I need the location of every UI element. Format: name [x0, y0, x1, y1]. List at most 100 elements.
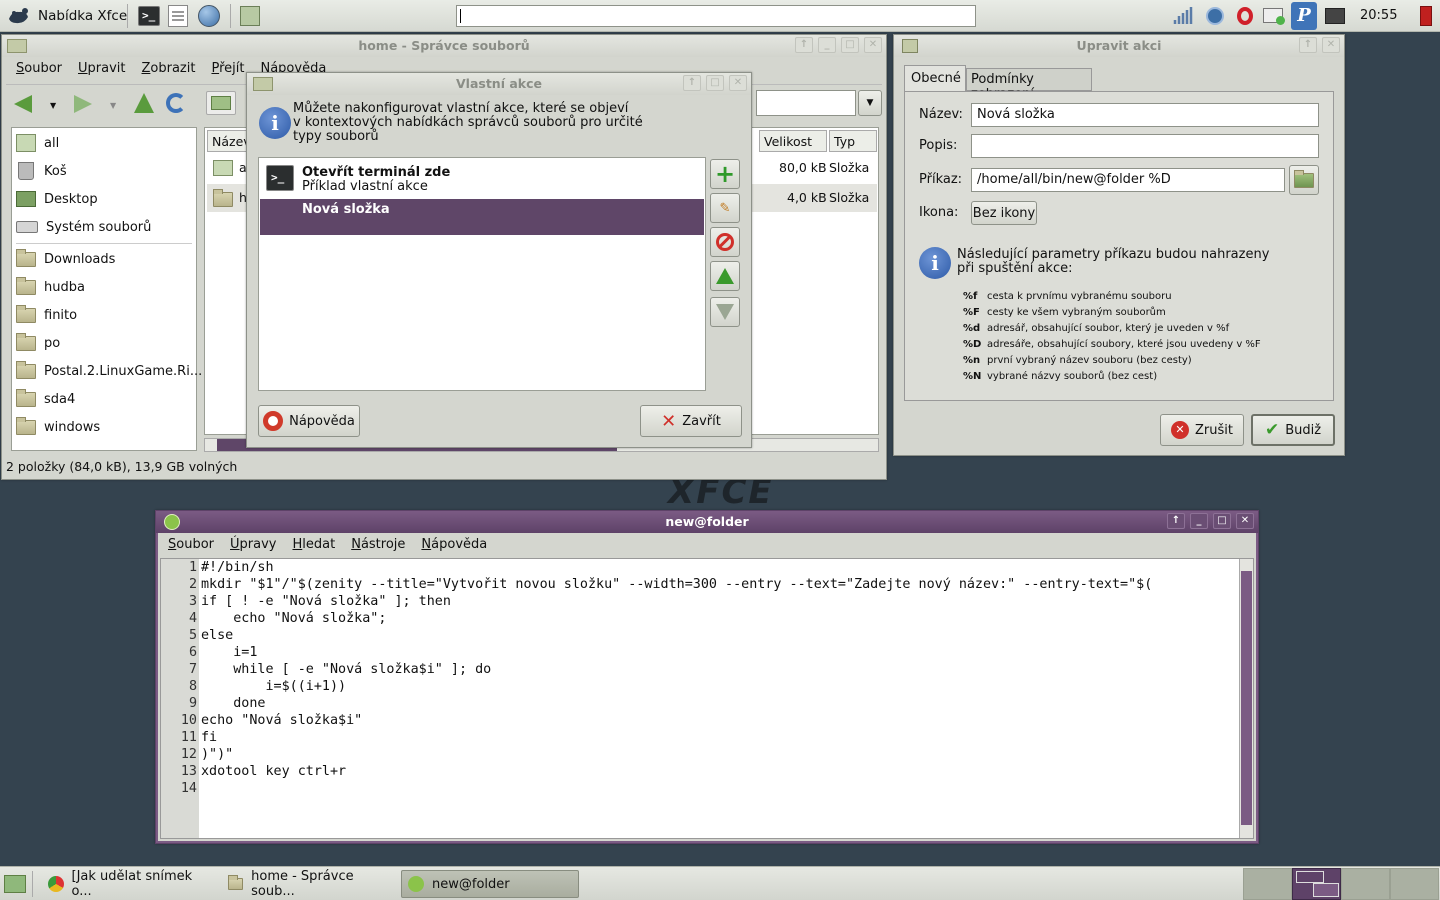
shade-button[interactable]: ↑	[1167, 513, 1185, 529]
menu-napoveda[interactable]: Nápověda	[413, 533, 495, 557]
scrollbar-thumb[interactable]	[1241, 571, 1252, 825]
location-dropdown-button[interactable]: ▼	[858, 90, 882, 116]
home-location-button[interactable]	[206, 91, 236, 115]
vertical-scrollbar[interactable]	[1239, 559, 1253, 838]
workspace-1[interactable]	[1243, 868, 1292, 900]
sidebar-item-bookmark[interactable]: finito	[16, 302, 77, 328]
code-area[interactable]: 1 2 3 4 5 6 7 8 9 10 11 12 13 14 #!/bin/sh mkdir "$1"/…	[160, 558, 1254, 839]
code-line[interactable]: if [ ! -e "Nová složka" ]; then	[201, 593, 1237, 610]
code-line[interactable]: #!/bin/sh	[201, 559, 1237, 576]
help-button[interactable]: Nápověda	[258, 405, 360, 437]
location-field[interactable]	[756, 90, 856, 116]
code-line[interactable]: mkdir "$1"/"$(zenity --title="Vytvořit n…	[201, 576, 1237, 593]
ok-button[interactable]: ✔ Budiž	[1251, 414, 1335, 446]
menu-upravit[interactable]: Upravit	[70, 57, 133, 81]
code-text[interactable]: #!/bin/sh mkdir "$1"/"$(zenity --title="V…	[201, 559, 1237, 838]
reload-icon[interactable]	[166, 93, 186, 113]
code-line[interactable]: xdotool key ctrl+r	[201, 763, 1237, 780]
sidebar-item-desktop[interactable]: Desktop	[16, 186, 98, 212]
sidebar-item-bookmark[interactable]: sda4	[16, 386, 75, 412]
code-line[interactable]: echo "Nová složka";	[201, 610, 1237, 627]
workspace-2[interactable]	[1292, 868, 1341, 900]
xfce-menu-button[interactable]: Nabídka Xfce	[2, 3, 131, 29]
minimize-button[interactable]: _	[1190, 513, 1208, 529]
task-file-manager[interactable]: home - Správce soub...	[222, 869, 398, 899]
delete-action-button[interactable]	[710, 227, 740, 257]
sidebar-item-bookmark[interactable]: windows	[16, 414, 100, 440]
search-input[interactable]	[456, 5, 976, 27]
menu-nastroje[interactable]: Nástroje	[343, 533, 413, 557]
workspace-4[interactable]	[1390, 868, 1439, 900]
tab-general[interactable]: Obecné	[904, 65, 966, 91]
code-line[interactable]: else	[201, 627, 1237, 644]
editor-titlebar[interactable]: new@folder ↑ _ □ ✕	[156, 511, 1258, 533]
sidebar-item-all[interactable]: all	[16, 130, 59, 156]
back-arrow-icon[interactable]	[14, 95, 32, 113]
forward-arrow-icon[interactable]	[74, 95, 92, 113]
launcher-editor[interactable]	[164, 3, 192, 29]
forward-history-icon[interactable]: ▼	[110, 101, 116, 110]
move-up-button[interactable]	[710, 261, 740, 291]
launcher-terminal[interactable]: >_	[134, 3, 164, 29]
column-header-type[interactable]: Typ	[829, 130, 877, 152]
browse-button[interactable]	[1289, 165, 1319, 195]
minimize-button[interactable]: _	[818, 37, 836, 53]
launcher-browser[interactable]	[194, 3, 224, 29]
command-field[interactable]: /home/all/bin/new@folder %D	[971, 168, 1285, 192]
menu-zobrazit[interactable]: Zobrazit	[134, 57, 204, 81]
code-line[interactable]: i=1	[201, 644, 1237, 661]
cancel-button[interactable]: ✕ Zrušit	[1160, 414, 1244, 446]
network-icon[interactable]	[1171, 4, 1195, 28]
back-history-icon[interactable]: ▼	[50, 101, 56, 110]
add-action-button[interactable]: +	[710, 159, 740, 189]
sidebar-item-bookmark[interactable]: Postal.2.LinuxGame.Ri...	[16, 358, 202, 384]
sidebar-item-bookmark[interactable]: Downloads	[16, 246, 115, 272]
code-line[interactable]	[201, 780, 1237, 797]
show-desktop-button[interactable]	[236, 3, 264, 29]
name-field[interactable]: Nová složka	[971, 103, 1319, 127]
close-button[interactable]: ✕	[729, 75, 747, 91]
menu-upravy[interactable]: Úpravy	[222, 533, 284, 557]
move-down-button[interactable]	[710, 297, 740, 327]
column-header-size[interactable]: Velikost	[759, 130, 827, 152]
menu-hledat[interactable]: Hledat	[284, 533, 343, 557]
no-icon-button[interactable]: Bez ikony	[971, 201, 1037, 225]
action-row-selected[interactable]: Nová složka	[260, 199, 704, 235]
file-manager-titlebar[interactable]: home - Správce souborů ↑ _ □ ✕	[2, 35, 886, 57]
screen-icon[interactable]	[1261, 4, 1285, 28]
maximize-button[interactable]: □	[706, 75, 724, 91]
description-field[interactable]	[971, 134, 1319, 158]
code-line[interactable]: fi	[201, 729, 1237, 746]
close-button[interactable]: ✕	[1236, 513, 1254, 529]
close-button[interactable]: ✕	[1322, 37, 1340, 53]
code-line[interactable]: )")"	[201, 746, 1237, 763]
show-desktop-icon[interactable]	[4, 875, 26, 893]
shade-button[interactable]: ↑	[683, 75, 701, 91]
workspace-3[interactable]	[1341, 868, 1390, 900]
code-line[interactable]: i=$((i+1))	[201, 678, 1237, 695]
maximize-button[interactable]: □	[1213, 513, 1231, 529]
code-line[interactable]: done	[201, 695, 1237, 712]
shade-button[interactable]: ↑	[795, 37, 813, 53]
sidebar-item-bookmark[interactable]: hudba	[16, 274, 85, 300]
opera-icon[interactable]	[1233, 4, 1257, 28]
sidebar-item-trash[interactable]: Koš	[16, 158, 67, 184]
workspace-switcher[interactable]	[1243, 868, 1439, 900]
edit-action-button[interactable]: ✎	[710, 193, 740, 223]
tab-display-conditions[interactable]: Podmínky zobrazení	[966, 68, 1092, 102]
sidebar-item-filesystem[interactable]: Systém souborů	[16, 214, 151, 240]
code-line[interactable]: echo "Nová složka$i"	[201, 712, 1237, 729]
close-dialog-button[interactable]: ✕ Zavřít	[640, 405, 742, 437]
code-line[interactable]: while [ -e "Nová složka$i" ]; do	[201, 661, 1237, 678]
close-button[interactable]: ✕	[864, 37, 882, 53]
custom-actions-titlebar[interactable]: Vlastní akce ↑ □ ✕	[247, 73, 751, 95]
task-editor[interactable]: new@folder	[401, 870, 579, 898]
logout-icon[interactable]	[1410, 4, 1434, 28]
sidebar-item-bookmark[interactable]: po	[16, 330, 60, 356]
action-row[interactable]: >_ Otevřít terminál zde Příklad vlastní …	[260, 159, 704, 195]
task-browser[interactable]: [Jak udělat snímek o...	[42, 869, 218, 899]
pidgin-icon[interactable]: P	[1291, 2, 1317, 30]
maximize-button[interactable]: □	[841, 37, 859, 53]
update-icon[interactable]	[1203, 4, 1227, 28]
display-settings-icon[interactable]	[1323, 4, 1347, 28]
